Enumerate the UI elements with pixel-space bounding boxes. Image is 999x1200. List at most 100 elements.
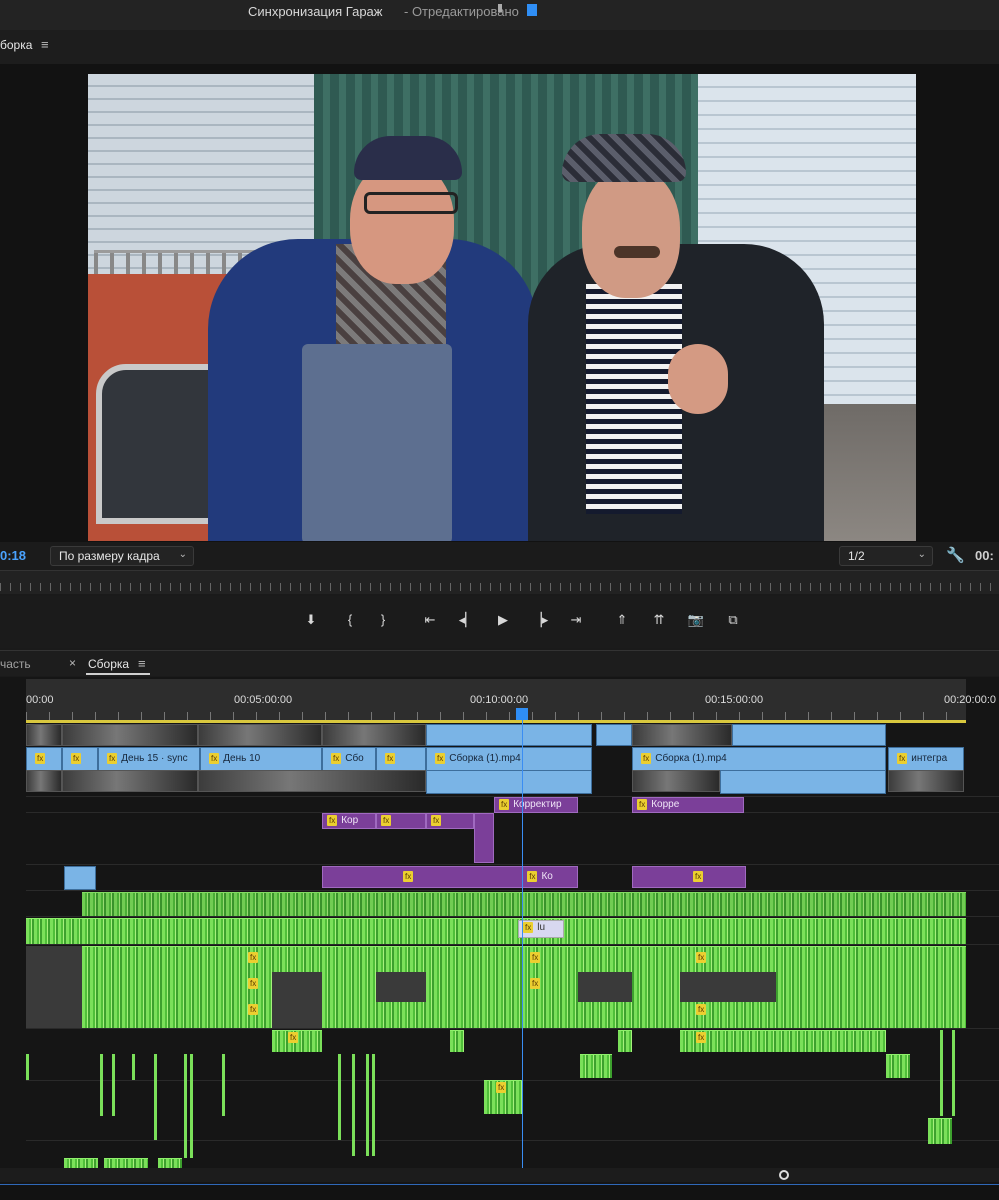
audio-clip-sliver[interactable] [190, 1054, 193, 1158]
step-back-button[interactable]: ◂▏ [455, 609, 479, 631]
clip-label: Сбо [345, 753, 364, 764]
step-forward-button[interactable]: ▕▸ [528, 609, 552, 631]
adjustment-clip[interactable]: fx [632, 866, 746, 888]
audio-clip-sliver[interactable] [372, 1054, 375, 1156]
man-right-hand [668, 344, 728, 414]
audio-clip-sliver[interactable] [100, 1054, 103, 1116]
audio-clip-row[interactable] [82, 892, 966, 916]
video-clip[interactable] [64, 866, 96, 890]
video-clip-sborka[interactable]: fx Сборка (1).mp4 [426, 747, 592, 771]
playback-resolution-dropdown[interactable]: 1/2 ⌄ [839, 546, 933, 566]
audio-clip-sliver[interactable] [352, 1054, 355, 1156]
audio-clip[interactable] [450, 1030, 464, 1052]
audio-clip[interactable] [64, 1158, 98, 1168]
wrench-icon[interactable]: 🔧 [946, 546, 965, 564]
adjustment-clip[interactable]: fx [426, 813, 474, 829]
fx-badge: fx [381, 815, 392, 826]
audio-waveform-track[interactable] [26, 946, 966, 1028]
video-clip-thumbnail[interactable] [26, 770, 62, 792]
monitor-time-ruler[interactable] [0, 570, 999, 594]
audio-clip-sliver[interactable] [26, 1054, 29, 1080]
bottom-bar [0, 1184, 999, 1200]
video-clip-thumbnail[interactable] [322, 724, 426, 746]
video-clip[interactable] [426, 724, 592, 746]
duration-timecode: 00: [975, 548, 994, 563]
audio-clip-sliver[interactable] [184, 1054, 187, 1158]
go-to-out-button[interactable]: ⇥ [564, 609, 588, 631]
audio-clip-sliver[interactable] [952, 1030, 955, 1116]
audio-clip-sliver[interactable] [112, 1054, 115, 1116]
close-icon[interactable]: × [69, 656, 76, 670]
video-clip-sbo[interactable]: fx Сбо [322, 747, 376, 771]
video-clip-thumbnail[interactable] [632, 770, 720, 792]
tab-previous-sequence[interactable]: часть [0, 657, 31, 671]
work-area-bar[interactable] [26, 720, 966, 723]
add-marker-button[interactable]: ⬇ [299, 609, 323, 631]
video-clip[interactable]: fx [62, 747, 98, 771]
video-clip-sborka[interactable]: fx Сборка (1).mp4 [632, 747, 886, 771]
audio-clip-sliver[interactable] [366, 1054, 369, 1156]
video-clip[interactable] [732, 724, 886, 746]
tab-sequence-assembly[interactable]: Сборка [88, 657, 129, 671]
scrollbar-handle[interactable] [779, 1170, 789, 1180]
mark-in-button[interactable]: { [338, 609, 362, 631]
man-left-glasses [364, 192, 458, 214]
monitor-playhead[interactable] [527, 4, 537, 16]
video-clip-thumbnail[interactable] [62, 770, 198, 792]
video-clip[interactable]: fx [26, 747, 62, 771]
video-clip[interactable]: fx [376, 747, 426, 771]
audio-clip-sliver[interactable] [940, 1030, 943, 1116]
video-clip-day10[interactable]: fx День 10 [200, 747, 322, 771]
video-clip-thumbnail[interactable] [198, 724, 322, 746]
adjustment-clip[interactable]: fx Кор [322, 813, 376, 829]
timeline-scrollbar[interactable] [0, 1168, 999, 1182]
audio-clip-sliver[interactable] [338, 1054, 341, 1140]
video-clip[interactable] [596, 724, 632, 746]
video-clip-day15[interactable]: fx День 15 · sync [98, 747, 200, 771]
video-clip-integra[interactable]: fx интегра [888, 747, 964, 771]
audio-clip[interactable] [104, 1158, 148, 1168]
zoom-fit-dropdown[interactable]: По размеру кадра ⌄ [50, 546, 194, 566]
mark-out-button[interactable]: } [371, 609, 395, 631]
video-clip[interactable] [426, 770, 592, 794]
audio-clip-sliver[interactable] [222, 1054, 225, 1116]
video-clip-thumbnail[interactable] [888, 770, 964, 792]
marker[interactable] [498, 4, 502, 12]
audio-clip-sliver[interactable] [132, 1054, 135, 1080]
playhead-handle[interactable] [516, 708, 528, 720]
video-clip[interactable] [720, 770, 886, 794]
adjustment-clip[interactable] [474, 813, 494, 863]
audio-clip[interactable] [580, 1054, 612, 1078]
audio-clip[interactable] [618, 1030, 632, 1052]
fx-badge: fx [209, 753, 220, 764]
audio-clip[interactable] [928, 1118, 952, 1144]
playhead-timecode[interactable]: 0:18 [0, 548, 26, 563]
audio-clip[interactable] [680, 1030, 886, 1052]
adjustment-clip-correction[interactable]: fx Корре [632, 797, 744, 813]
audio-clip-row[interactable] [26, 918, 966, 944]
video-clip-thumbnail[interactable] [26, 724, 62, 746]
compare-button[interactable]: ⧉ [721, 609, 745, 631]
tab-program-monitor[interactable]: борка [0, 38, 32, 52]
adjustment-clip[interactable]: fx fx Ко [322, 866, 578, 888]
fx-badge: fx [696, 1004, 707, 1015]
lift-button[interactable]: ⇑ [610, 609, 634, 631]
adjustment-clip-correction[interactable]: fx Корректир [494, 797, 578, 813]
go-to-in-button[interactable]: ⇤ [418, 609, 442, 631]
audio-clip[interactable] [158, 1158, 182, 1168]
panel-menu-icon[interactable]: ≡ [138, 656, 146, 671]
video-clip-thumbnail[interactable] [632, 724, 732, 746]
extract-button[interactable]: ⇈ [647, 609, 671, 631]
playhead-line[interactable] [522, 720, 523, 1168]
panel-menu-icon[interactable]: ≡ [41, 37, 49, 52]
audio-clip-sliver[interactable] [154, 1054, 157, 1140]
video-clip-thumbnail[interactable] [198, 770, 426, 792]
project-title: Синхронизация Гараж [248, 4, 383, 19]
adjustment-clip[interactable]: fx [376, 813, 426, 829]
play-button[interactable]: ▶ [491, 609, 515, 631]
audio-clip[interactable] [886, 1054, 910, 1078]
export-frame-button[interactable]: 📷 [684, 609, 708, 631]
video-clip-thumbnail[interactable] [62, 724, 198, 746]
audio-effect-clip[interactable]: fx lu [518, 920, 564, 938]
man-right-striped-shirt [586, 284, 682, 514]
